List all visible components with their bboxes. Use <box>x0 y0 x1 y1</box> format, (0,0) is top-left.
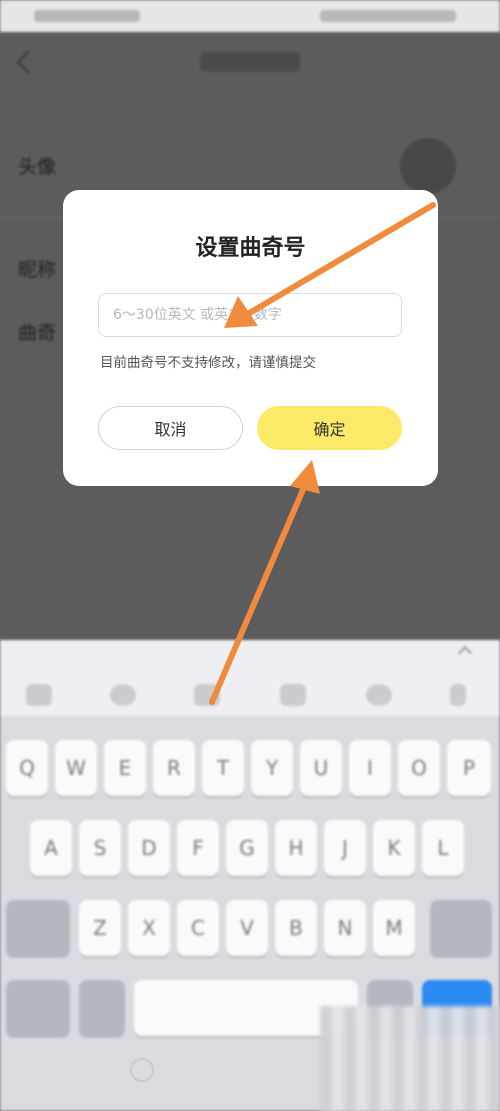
avatar[interactable] <box>400 138 456 194</box>
key-f[interactable]: F <box>177 820 219 876</box>
key-m[interactable]: M <box>373 900 415 956</box>
back-arrow-icon[interactable] <box>16 50 40 74</box>
emoji-icon[interactable] <box>110 684 136 706</box>
status-bar-left <box>34 10 140 22</box>
settings-icon[interactable] <box>450 684 466 706</box>
key-s[interactable]: S <box>79 820 121 876</box>
key-k[interactable]: K <box>373 820 415 876</box>
key-q[interactable]: Q <box>6 740 48 796</box>
key-a[interactable]: A <box>30 820 72 876</box>
key-u[interactable]: U <box>300 740 342 796</box>
qid-input[interactable] <box>98 293 402 337</box>
nav-bar <box>0 32 500 96</box>
key-l[interactable]: L <box>422 820 464 876</box>
key-j[interactable]: J <box>324 820 366 876</box>
key-p[interactable]: P <box>447 740 491 796</box>
key-o[interactable]: O <box>398 740 440 796</box>
keyboard-toolbar <box>0 640 500 716</box>
status-bar <box>0 0 500 32</box>
status-bar-right <box>320 10 456 22</box>
key-d[interactable]: D <box>128 820 170 876</box>
confirm-button[interactable]: 确定 <box>257 406 402 450</box>
key-n[interactable]: N <box>324 900 366 956</box>
nav-title <box>200 52 300 72</box>
key-v[interactable]: V <box>226 900 268 956</box>
voice-icon[interactable] <box>280 684 306 706</box>
search-icon[interactable] <box>366 684 392 706</box>
key-x[interactable]: X <box>128 900 170 956</box>
key-h[interactable]: H <box>275 820 317 876</box>
shift-icon[interactable] <box>6 900 70 956</box>
key-i[interactable]: I <box>349 740 391 796</box>
keyboard-switch-icon[interactable] <box>130 1058 154 1082</box>
dialog-hint: 目前曲奇号不支持修改，请谨慎提交 <box>100 355 316 371</box>
set-qid-dialog: 设置曲奇号 目前曲奇号不支持修改，请谨慎提交 取消 确定 <box>63 190 438 486</box>
key-g[interactable]: G <box>226 820 268 876</box>
qid-row-label: 曲奇 <box>18 322 57 344</box>
symbol-key[interactable] <box>6 980 70 1036</box>
keyboard-menu-icon[interactable] <box>26 684 52 706</box>
backspace-icon[interactable] <box>430 900 492 956</box>
key-z[interactable]: Z <box>79 900 121 956</box>
dialog-title: 设置曲奇号 <box>195 236 306 261</box>
cancel-button[interactable]: 取消 <box>98 406 243 450</box>
watermark <box>320 1006 500 1111</box>
clipboard-icon[interactable] <box>194 684 220 706</box>
key-c[interactable]: C <box>177 900 219 956</box>
key-b[interactable]: B <box>275 900 317 956</box>
key-e[interactable]: E <box>104 740 146 796</box>
nickname-row-label: 昵称 <box>18 259 57 281</box>
key-w[interactable]: W <box>55 740 97 796</box>
keyboard-collapse-icon[interactable] <box>457 645 473 661</box>
language-key[interactable] <box>79 980 125 1036</box>
key-t[interactable]: T <box>202 740 244 796</box>
avatar-row-label: 头像 <box>18 156 57 178</box>
key-r[interactable]: R <box>153 740 195 796</box>
key-y[interactable]: Y <box>251 740 293 796</box>
